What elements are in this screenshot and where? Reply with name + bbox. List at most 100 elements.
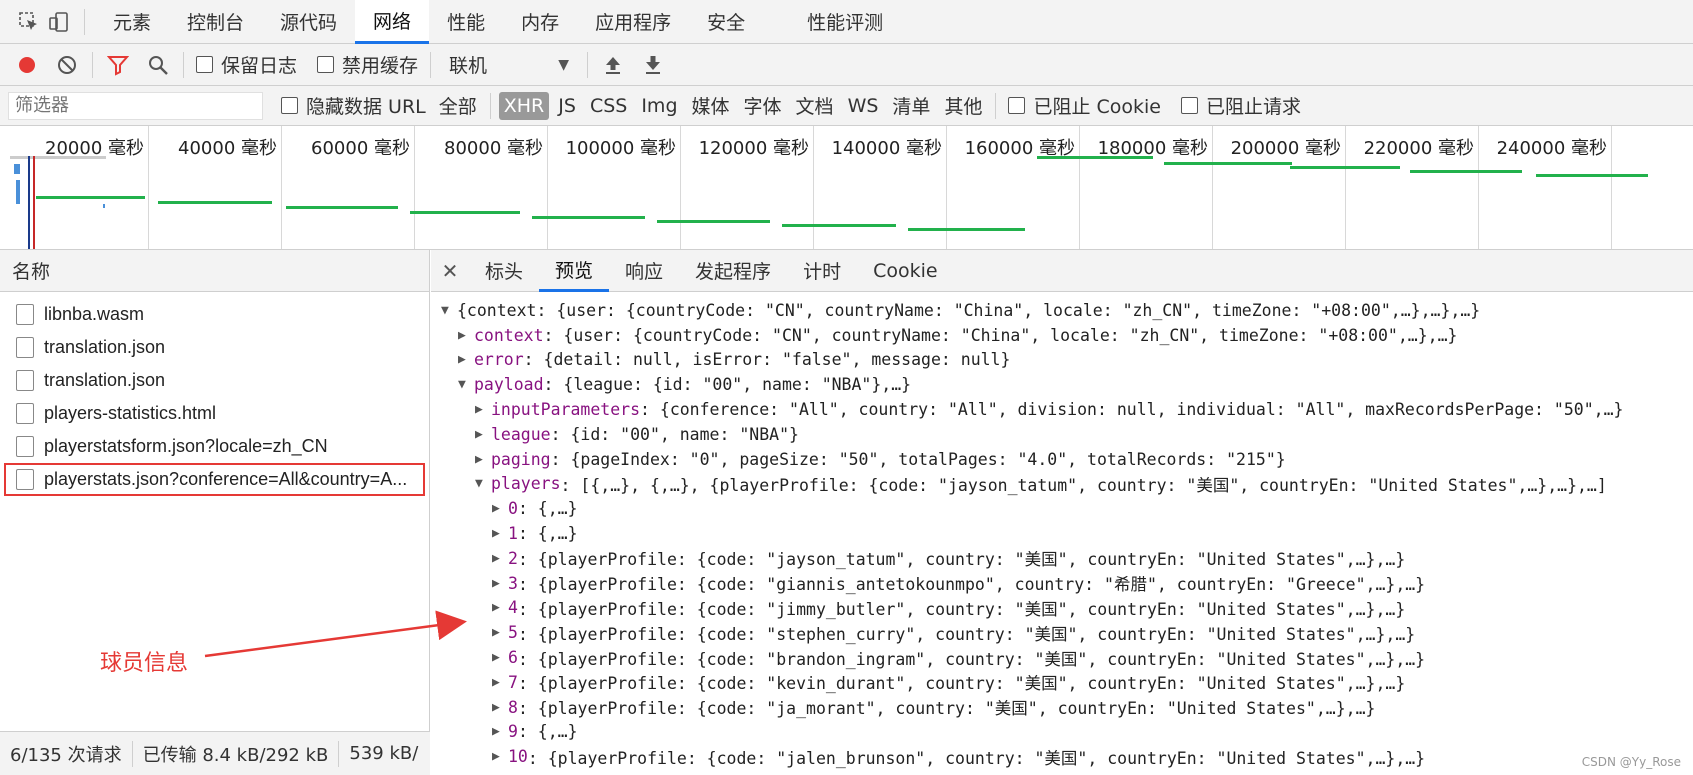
tab-5[interactable]: 内存 <box>503 0 577 44</box>
triangle-right-icon[interactable]: ▶ <box>475 402 491 417</box>
tree-node[interactable]: ▶ 0: {,…} <box>431 496 1693 521</box>
timeline-gridline <box>281 126 282 249</box>
filter-type-0[interactable]: XHR <box>498 91 550 120</box>
detail-tab-5[interactable]: Cookie <box>857 250 954 292</box>
triangle-right-icon[interactable]: ▶ <box>492 700 508 715</box>
request-row[interactable]: playerstats.json?conference=All&country=… <box>4 463 425 496</box>
triangle-right-icon[interactable]: ▶ <box>492 576 508 591</box>
tree-node[interactable]: ▶ 9: {,…} <box>431 720 1693 745</box>
checkbox-box[interactable] <box>281 97 298 114</box>
tab-4[interactable]: 性能 <box>429 0 503 44</box>
triangle-down-icon[interactable]: ▼ <box>441 303 457 318</box>
triangle-right-icon[interactable]: ▶ <box>492 724 508 739</box>
filter-type-5[interactable]: 字体 <box>739 89 787 122</box>
clear-button[interactable] <box>52 50 82 80</box>
request-row[interactable]: playerstatsform.json?locale=zh_CN <box>0 430 429 463</box>
import-har-icon[interactable] <box>598 50 628 80</box>
tree-node[interactable]: ▶ inputParameters: {conference: "All", co… <box>431 397 1693 422</box>
checkbox-box[interactable] <box>1180 97 1198 114</box>
tree-value: : [{,…}, {,…}, {playerProfile: {code: "j… <box>560 475 1607 495</box>
tab-8[interactable]: 性能评测 <box>789 0 901 44</box>
record-button[interactable] <box>12 50 42 80</box>
tree-node[interactable]: ▼ {context: {user: {countryCode: "CN", co… <box>431 298 1693 323</box>
tree-node[interactable]: ▶ 10: {playerProfile: {code: "jalen_bruns… <box>431 744 1693 769</box>
detail-tab-1[interactable]: 预览 <box>539 250 610 292</box>
filter-type-7[interactable]: WS <box>843 92 884 120</box>
triangle-right-icon[interactable]: ▶ <box>475 452 491 467</box>
filter-type-4[interactable]: 媒体 <box>687 89 735 122</box>
triangle-down-icon[interactable]: ▼ <box>458 377 474 392</box>
triangle-right-icon[interactable]: ▶ <box>492 675 508 690</box>
tree-node[interactable]: ▶ 6: {playerProfile: {code: "brandon_ingr… <box>431 645 1693 670</box>
filter-type-3[interactable]: Img <box>636 92 682 120</box>
triangle-right-icon[interactable]: ▶ <box>492 551 508 566</box>
file-icon <box>16 469 34 490</box>
tree-node[interactable]: ▶ 3: {playerProfile: {code: "giannis_ante… <box>431 571 1693 596</box>
detail-tab-3[interactable]: 发起程序 <box>679 250 787 292</box>
tree-node[interactable]: ▼ payload: {league: {id: "00", name: "NBA… <box>431 372 1693 397</box>
throttling-select[interactable]: 联机 ▼ <box>449 51 569 78</box>
triangle-right-icon[interactable]: ▶ <box>475 427 491 442</box>
hide-data-urls-checkbox[interactable]: 隐藏数据 URL <box>281 92 426 119</box>
detail-tab-2[interactable]: 响应 <box>609 250 679 292</box>
tree-node[interactable]: ▶ 2: {playerProfile: {code: "jayson_tatum… <box>431 546 1693 571</box>
checkbox-box[interactable] <box>317 56 335 73</box>
request-row[interactable]: libnba.wasm <box>0 298 429 331</box>
request-row[interactable]: players-statistics.html <box>0 397 429 430</box>
filter-type-6[interactable]: 文档 <box>791 89 839 122</box>
disable-cache-checkbox[interactable]: 禁用缓存 <box>317 51 418 78</box>
tree-node[interactable]: ▶ league: {id: "00", name: "NBA"} <box>431 422 1693 447</box>
device-toolbar-icon[interactable] <box>44 7 74 37</box>
preserve-log-checkbox[interactable]: 保留日志 <box>196 51 297 78</box>
timeline-gridline <box>1079 126 1080 249</box>
blocked-requests-checkbox[interactable]: 已阻止请求 <box>1180 92 1301 119</box>
triangle-right-icon[interactable]: ▶ <box>458 328 474 343</box>
triangle-down-icon[interactable]: ▼ <box>475 476 491 491</box>
triangle-right-icon[interactable]: ▶ <box>458 352 474 367</box>
tree-node[interactable]: ▶ 1: {,…} <box>431 521 1693 546</box>
blocked-cookies-checkbox[interactable]: 已阻止 Cookie <box>1008 92 1161 119</box>
triangle-right-icon[interactable]: ▶ <box>492 600 508 615</box>
tab-3[interactable]: 网络 <box>355 0 430 44</box>
tab-6[interactable]: 应用程序 <box>577 0 689 44</box>
timeline-overview[interactable]: 20000 毫秒 40000 毫秒 60000 毫秒 80000 毫秒 100000 毫… <box>0 126 1693 250</box>
triangle-right-icon[interactable]: ▶ <box>492 501 508 516</box>
tree-node[interactable]: ▶ 5: {playerProfile: {code: "stephen_curr… <box>431 620 1693 645</box>
tree-key: 5 <box>508 623 518 643</box>
export-har-icon[interactable] <box>638 50 668 80</box>
detail-tab-0[interactable]: 标头 <box>469 250 539 292</box>
search-icon[interactable] <box>143 50 173 80</box>
tab-0[interactable]: 元素 <box>95 0 169 44</box>
filter-type-9[interactable]: 其他 <box>939 89 987 122</box>
tree-node[interactable]: ▶ paging: {pageIndex: "0", pageSize: "50"… <box>431 447 1693 472</box>
request-row[interactable]: translation.json <box>0 364 429 397</box>
tree-node[interactable]: ▶ error: {detail: null, isError: "false",… <box>431 348 1693 373</box>
tab-1[interactable]: 控制台 <box>169 0 262 44</box>
tree-node[interactable]: ▶ 8: {playerProfile: {code: "ja_morant", … <box>431 695 1693 720</box>
triangle-right-icon[interactable]: ▶ <box>492 650 508 665</box>
tree-value: : {detail: null, isError: "false", messa… <box>523 350 1011 370</box>
inspect-element-icon[interactable] <box>14 7 44 37</box>
triangle-right-icon[interactable]: ▶ <box>492 749 508 764</box>
triangle-right-icon[interactable]: ▶ <box>492 625 508 640</box>
checkbox-box[interactable] <box>196 56 213 73</box>
close-icon[interactable]: ✕ <box>431 259 469 283</box>
filter-type-2[interactable]: CSS <box>585 92 632 120</box>
detail-tab-4[interactable]: 计时 <box>787 250 857 292</box>
network-status-bar: 6/135 次请求 已传输 8.4 kB/292 kB 539 kB/ <box>0 731 430 775</box>
filter-type-1[interactable]: JS <box>553 92 581 120</box>
filter-input[interactable] <box>8 91 263 120</box>
tab-7[interactable]: 安全 <box>689 0 763 44</box>
tree-node[interactable]: ▶ 7: {playerProfile: {code: "kevin_durant… <box>431 670 1693 695</box>
filter-type-8[interactable]: 清单 <box>887 89 935 122</box>
tree-node[interactable]: ▶ 4: {playerProfile: {code: "jimmy_butler… <box>431 596 1693 621</box>
tab-2[interactable]: 源代码 <box>262 0 355 44</box>
filter-icon[interactable] <box>103 50 133 80</box>
checkbox-box[interactable] <box>1008 97 1026 114</box>
tree-node[interactable]: ▶ context: {user: {countryCode: "CN", cou… <box>431 323 1693 348</box>
triangle-right-icon[interactable]: ▶ <box>492 526 508 541</box>
tree-node[interactable]: ▼ players: [{,…}, {,…}, {playerProfile: {… <box>431 472 1693 497</box>
filter-type-all[interactable]: 全部 <box>434 89 482 122</box>
name-column-header[interactable]: 名称 <box>0 250 429 292</box>
request-row[interactable]: translation.json <box>0 331 429 364</box>
